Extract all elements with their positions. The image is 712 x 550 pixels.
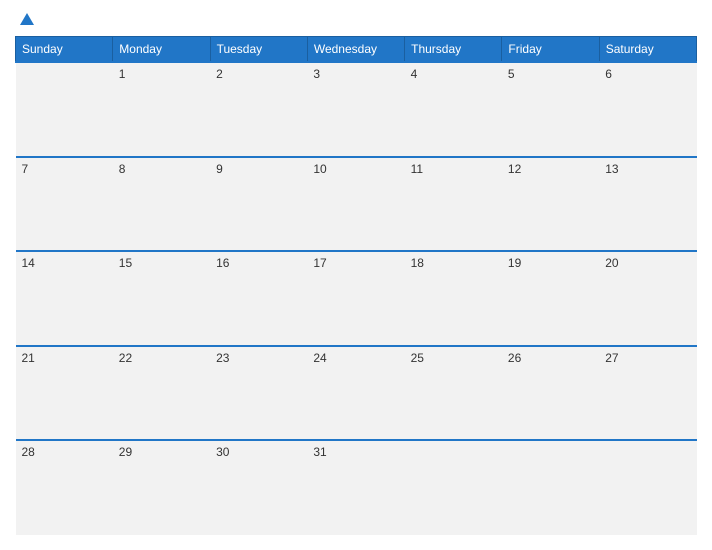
day-number: 9 [216, 162, 223, 176]
week-row-2: 7 8 9 10 11 12 13 [16, 157, 697, 252]
day-number: 13 [605, 162, 618, 176]
logo-triangle-icon [20, 13, 34, 25]
week-row-1: 1 2 3 4 5 6 [16, 62, 697, 157]
calendar-cell [502, 440, 599, 535]
calendar-cell: 11 [405, 157, 502, 252]
week-row-3: 14 15 16 17 18 19 20 [16, 251, 697, 346]
day-number: 15 [119, 256, 132, 270]
weekday-header-wednesday: Wednesday [307, 37, 404, 63]
weekday-header-thursday: Thursday [405, 37, 502, 63]
day-number: 3 [313, 67, 320, 81]
weekday-header-saturday: Saturday [599, 37, 696, 63]
calendar-cell: 26 [502, 346, 599, 441]
day-number: 24 [313, 351, 326, 365]
calendar-cell: 14 [16, 251, 113, 346]
day-number: 12 [508, 162, 521, 176]
day-number: 25 [411, 351, 424, 365]
calendar-cell: 16 [210, 251, 307, 346]
calendar-cell: 3 [307, 62, 404, 157]
calendar-cell: 22 [113, 346, 210, 441]
calendar-cell [405, 440, 502, 535]
calendar-cell: 20 [599, 251, 696, 346]
weekday-header-sunday: Sunday [16, 37, 113, 63]
day-number: 29 [119, 445, 132, 459]
day-number: 20 [605, 256, 618, 270]
day-number: 22 [119, 351, 132, 365]
weekday-header-monday: Monday [113, 37, 210, 63]
day-number: 30 [216, 445, 229, 459]
calendar-cell: 29 [113, 440, 210, 535]
calendar-cell: 4 [405, 62, 502, 157]
day-number: 8 [119, 162, 126, 176]
calendar-cell: 6 [599, 62, 696, 157]
day-number: 28 [22, 445, 35, 459]
calendar-container: SundayMondayTuesdayWednesdayThursdayFrid… [0, 0, 712, 550]
calendar-cell: 1 [113, 62, 210, 157]
calendar-table: SundayMondayTuesdayWednesdayThursdayFrid… [15, 36, 697, 535]
week-row-4: 21 22 23 24 25 26 27 [16, 346, 697, 441]
calendar-cell: 31 [307, 440, 404, 535]
day-number: 26 [508, 351, 521, 365]
day-number: 11 [411, 162, 423, 176]
day-number: 17 [313, 256, 326, 270]
day-number: 5 [508, 67, 515, 81]
day-number: 18 [411, 256, 424, 270]
calendar-cell: 30 [210, 440, 307, 535]
calendar-cell: 13 [599, 157, 696, 252]
day-number: 7 [22, 162, 29, 176]
day-number: 14 [22, 256, 35, 270]
calendar-cell: 7 [16, 157, 113, 252]
day-number: 27 [605, 351, 618, 365]
calendar-cell: 12 [502, 157, 599, 252]
calendar-cell: 2 [210, 62, 307, 157]
calendar-cell [599, 440, 696, 535]
day-number: 16 [216, 256, 229, 270]
weekday-header-tuesday: Tuesday [210, 37, 307, 63]
day-number: 1 [119, 67, 126, 81]
calendar-cell: 10 [307, 157, 404, 252]
calendar-cell: 24 [307, 346, 404, 441]
calendar-cell: 25 [405, 346, 502, 441]
day-number: 10 [313, 162, 326, 176]
day-number: 4 [411, 67, 418, 81]
logo [15, 10, 40, 28]
calendar-cell: 18 [405, 251, 502, 346]
calendar-cell [16, 62, 113, 157]
weekday-header-friday: Friday [502, 37, 599, 63]
day-number: 23 [216, 351, 229, 365]
day-number: 6 [605, 67, 612, 81]
week-row-5: 28 29 30 31 [16, 440, 697, 535]
day-number: 21 [22, 351, 35, 365]
day-number: 19 [508, 256, 521, 270]
calendar-cell: 21 [16, 346, 113, 441]
calendar-cell: 15 [113, 251, 210, 346]
calendar-cell: 5 [502, 62, 599, 157]
calendar-cell: 9 [210, 157, 307, 252]
calendar-header [15, 10, 697, 28]
day-number: 31 [313, 445, 326, 459]
weekday-header-row: SundayMondayTuesdayWednesdayThursdayFrid… [16, 37, 697, 63]
day-number: 2 [216, 67, 223, 81]
calendar-cell: 28 [16, 440, 113, 535]
calendar-cell: 8 [113, 157, 210, 252]
calendar-cell: 23 [210, 346, 307, 441]
calendar-cell: 17 [307, 251, 404, 346]
calendar-cell: 27 [599, 346, 696, 441]
calendar-cell: 19 [502, 251, 599, 346]
